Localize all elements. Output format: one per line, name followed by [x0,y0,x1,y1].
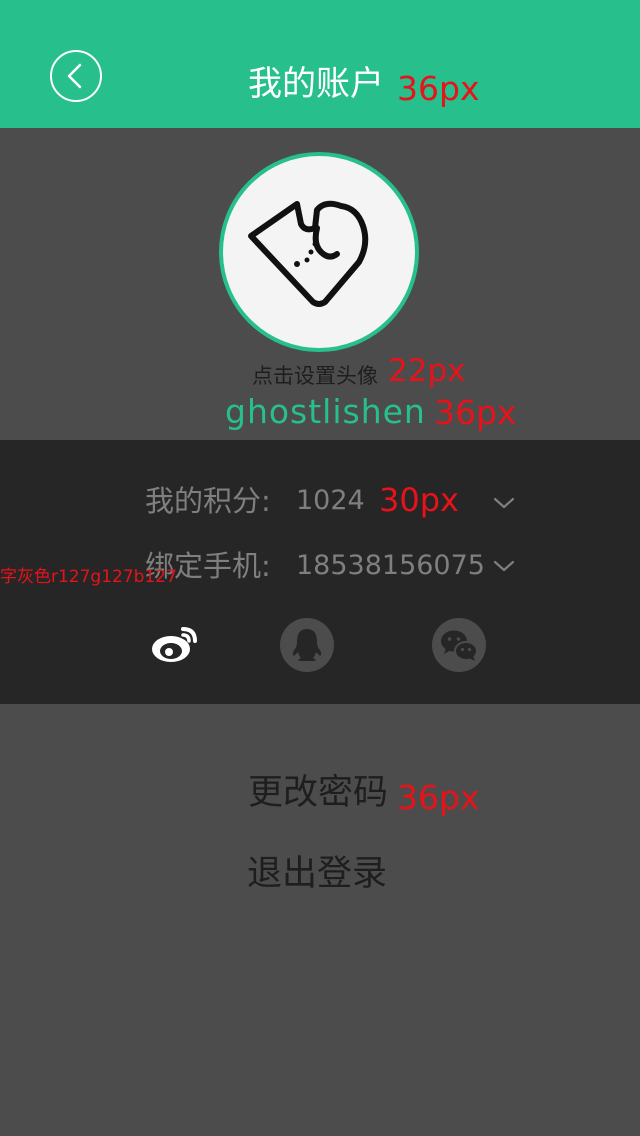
menu-size-annotation: 36px [397,778,480,817]
phone-value: 18538156075 [296,550,485,581]
text-color-annotation: 字灰色r127g127b127 [0,567,177,587]
username-size-annotation: 36px [434,393,517,432]
weibo-icon[interactable] [150,623,200,665]
points-size-annotation: 30px [379,481,459,519]
title-size-annotation: 36px [397,69,480,108]
points-value: 1024 [296,485,365,516]
qq-icon[interactable] [280,618,334,672]
set-avatar-link[interactable]: 点击设置头像 [252,364,378,388]
change-password-button[interactable]: 更改密码 [248,771,388,815]
back-button[interactable] [50,50,102,102]
set-avatar-size-annotation: 22px [388,353,466,389]
header-bar: 我的账户 36px [0,0,640,128]
avatar[interactable] [219,152,419,352]
page-title: 我的账户 [248,64,384,104]
wechat-icon[interactable] [432,618,486,672]
account-info-panel: 我的积分: 1024 30px 绑定手机: 18538156075 字灰色r12… [0,440,640,704]
chevron-left-icon [67,63,82,89]
profile-section: 点击设置头像 22px ghostlishen 36px [0,128,640,440]
points-chevron-down-icon[interactable] [492,496,516,510]
phone-chevron-down-icon[interactable] [492,559,516,573]
username: ghostlishen [225,392,426,431]
cat-heart-icon [248,200,369,307]
logout-button[interactable]: 退出登录 [247,852,387,896]
points-label: 我的积分: [145,484,271,518]
